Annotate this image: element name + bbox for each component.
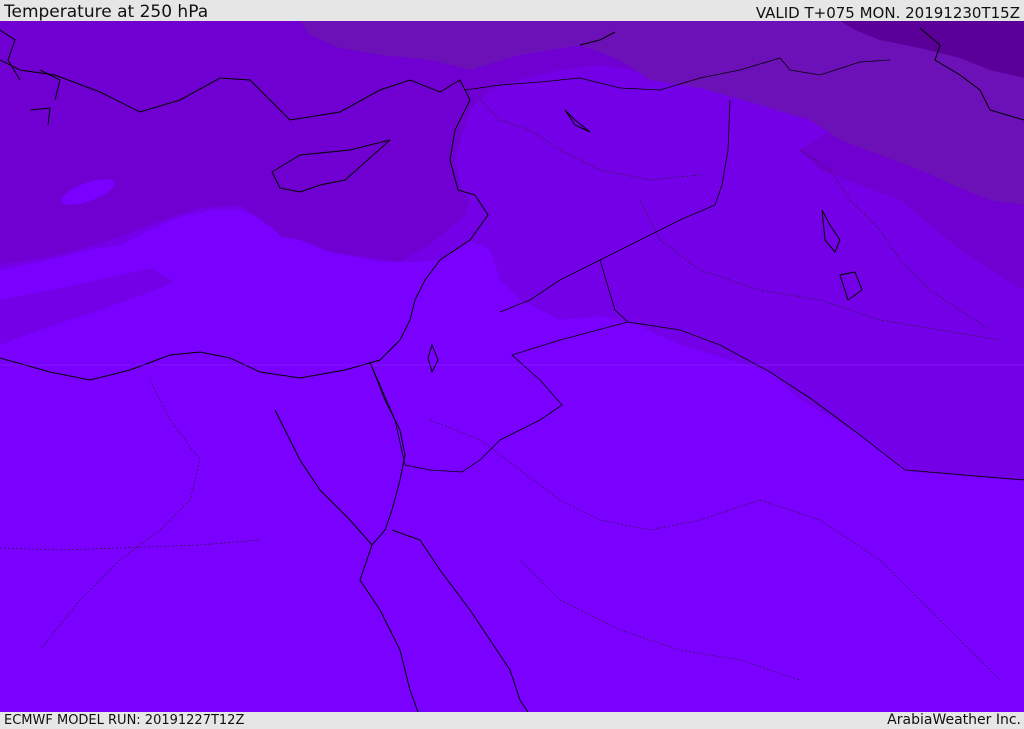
header-bar: Temperature at 250 hPa VALID T+075 MON. … bbox=[0, 0, 1024, 21]
credit-label: ArabiaWeather Inc. bbox=[887, 712, 1021, 728]
footer-bar: ECMWF MODEL RUN: 20191227T12Z ArabiaWeat… bbox=[0, 712, 1024, 729]
valid-time-label: VALID T+075 MON. 20191230T15Z bbox=[755, 4, 1020, 22]
warm-spot-2 bbox=[145, 212, 285, 288]
temperature-map[interactable] bbox=[0, 21, 1024, 712]
model-run-label: ECMWF MODEL RUN: 20191227T12Z bbox=[4, 713, 245, 728]
map-svg bbox=[0, 21, 1024, 712]
map-title: Temperature at 250 hPa bbox=[4, 2, 209, 22]
